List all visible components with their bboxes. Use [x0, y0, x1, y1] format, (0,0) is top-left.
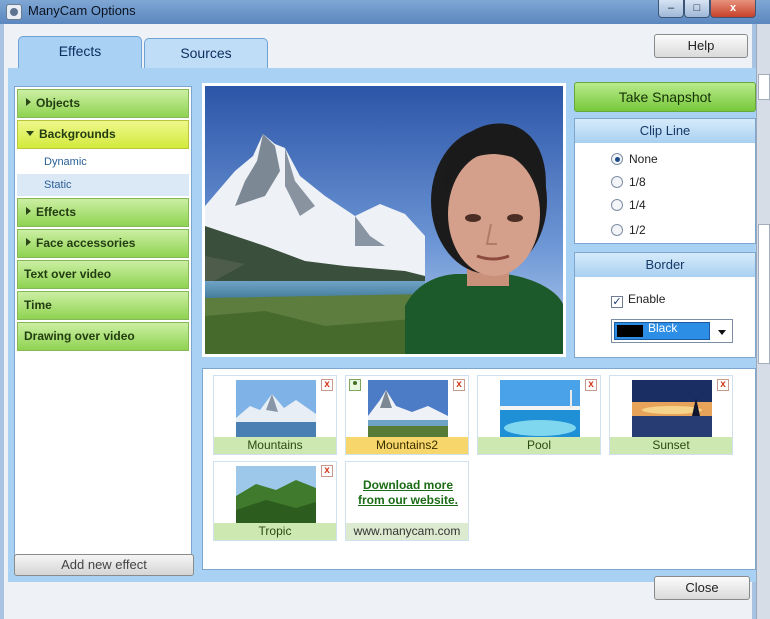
tab-effects[interactable]: Effects: [18, 36, 142, 68]
background-window-fragment: [758, 74, 770, 100]
help-button[interactable]: Help: [654, 34, 748, 58]
clip-line-box: Clip Line None 1/8 1/4 1/2: [574, 118, 756, 244]
menu-item-time[interactable]: Time: [17, 291, 189, 320]
menu-item-drawing-over-video[interactable]: Drawing over video: [17, 322, 189, 351]
website-caption: www.manycam.com: [346, 523, 468, 540]
mountains-image: [236, 380, 316, 438]
checkbox-label: Enable: [628, 292, 666, 306]
add-new-effect-button[interactable]: Add new effect: [14, 554, 194, 576]
delete-icon[interactable]: x: [321, 379, 333, 391]
clip-line-title: Clip Line: [575, 119, 755, 143]
border-enable-checkbox[interactable]: ✓ Enable: [611, 291, 666, 308]
thumb-tropic[interactable]: x Tropic: [213, 461, 337, 541]
effects-panel: Objects Backgrounds Dynamic Static Effec…: [8, 68, 756, 582]
menu-item-backgrounds[interactable]: Backgrounds: [17, 120, 189, 149]
clip-line-option-none[interactable]: None: [611, 151, 658, 167]
manycam-app-icon: [6, 4, 22, 20]
thumb-caption: Tropic: [214, 523, 336, 540]
thumb-caption: Mountains: [214, 437, 336, 454]
thumb-caption: Mountains2: [346, 437, 468, 454]
menu-item-label: Face accessories: [36, 236, 136, 250]
take-snapshot-button[interactable]: Take Snapshot: [574, 82, 756, 112]
menu-item-text-over-video[interactable]: Text over video: [17, 260, 189, 289]
effects-menu: Objects Backgrounds Dynamic Static Effec…: [14, 86, 192, 570]
sunset-image: [632, 380, 712, 438]
minimize-button[interactable]: –: [658, 0, 684, 18]
radio-icon: [611, 199, 623, 211]
black-color-sample: [617, 325, 643, 337]
menu-item-objects[interactable]: Objects: [17, 89, 189, 118]
thumb-mountains2[interactable]: x Mountains2: [345, 375, 469, 455]
background-window-fragment: [758, 224, 770, 364]
preview-image: [205, 86, 563, 354]
title-bar: ManyCam Options – □ x: [0, 0, 770, 24]
checkbox-checked-icon: ✓: [611, 296, 623, 308]
delete-icon[interactable]: x: [453, 379, 465, 391]
window-close-button[interactable]: x: [710, 0, 756, 18]
clip-line-option-1-4[interactable]: 1/4: [611, 197, 646, 213]
download-more-tile[interactable]: Download more from our website. www.many…: [345, 461, 469, 541]
radio-label: 1/4: [629, 198, 646, 212]
expand-arrow-icon: [26, 207, 31, 215]
close-button[interactable]: Close: [654, 576, 750, 600]
submenu-item-dynamic[interactable]: Dynamic: [17, 151, 189, 173]
thumb-caption: Pool: [478, 437, 600, 454]
thumb-caption: Sunset: [610, 437, 732, 454]
thumb-mountains[interactable]: x Mountains: [213, 375, 337, 455]
tropic-image: [236, 466, 316, 524]
radio-label: 1/8: [629, 175, 646, 189]
delete-icon[interactable]: x: [321, 465, 333, 477]
expand-arrow-icon: [26, 98, 31, 106]
radio-selected-icon: [611, 153, 623, 165]
delete-icon[interactable]: x: [717, 379, 729, 391]
expand-arrow-icon: [26, 238, 31, 246]
pool-image: [500, 380, 580, 438]
thumb-pool[interactable]: x Pool: [477, 375, 601, 455]
download-more-link[interactable]: Download more from our website.: [352, 478, 464, 508]
clip-line-option-1-2[interactable]: 1/2: [611, 222, 646, 238]
backgrounds-gallery: x Mountains x Mountains2 x Pool x Sunset…: [202, 368, 756, 570]
thumb-sunset[interactable]: x Sunset: [609, 375, 733, 455]
border-title: Border: [575, 253, 755, 277]
tab-sources[interactable]: Sources: [144, 38, 268, 68]
clip-line-option-1-8[interactable]: 1/8: [611, 174, 646, 190]
video-preview: [202, 83, 566, 357]
border-box: Border ✓ Enable Black: [574, 252, 756, 358]
delete-icon[interactable]: x: [585, 379, 597, 391]
menu-item-effects[interactable]: Effects: [17, 198, 189, 227]
menu-item-face-accessories[interactable]: Face accessories: [17, 229, 189, 258]
radio-label: 1/2: [629, 223, 646, 237]
radio-label: None: [629, 152, 658, 166]
user-icon: [349, 379, 361, 391]
radio-icon: [611, 176, 623, 188]
border-color-dropdown[interactable]: Black: [611, 319, 733, 343]
maximize-button[interactable]: □: [684, 0, 710, 18]
submenu-item-static[interactable]: Static: [17, 174, 189, 196]
menu-item-label: Backgrounds: [39, 127, 116, 141]
menu-item-label: Effects: [36, 205, 77, 219]
dropdown-arrow-icon: [718, 330, 726, 335]
color-name: Black: [648, 321, 678, 335]
mountains2-image: [368, 380, 448, 438]
radio-icon: [611, 224, 623, 236]
options-window: Effects Sources Help Objects Backgrounds…: [0, 24, 756, 619]
menu-item-label: Objects: [36, 96, 81, 110]
window-title: ManyCam Options: [28, 3, 136, 18]
background-window-strip: [756, 24, 770, 619]
collapse-arrow-icon: [26, 131, 34, 136]
